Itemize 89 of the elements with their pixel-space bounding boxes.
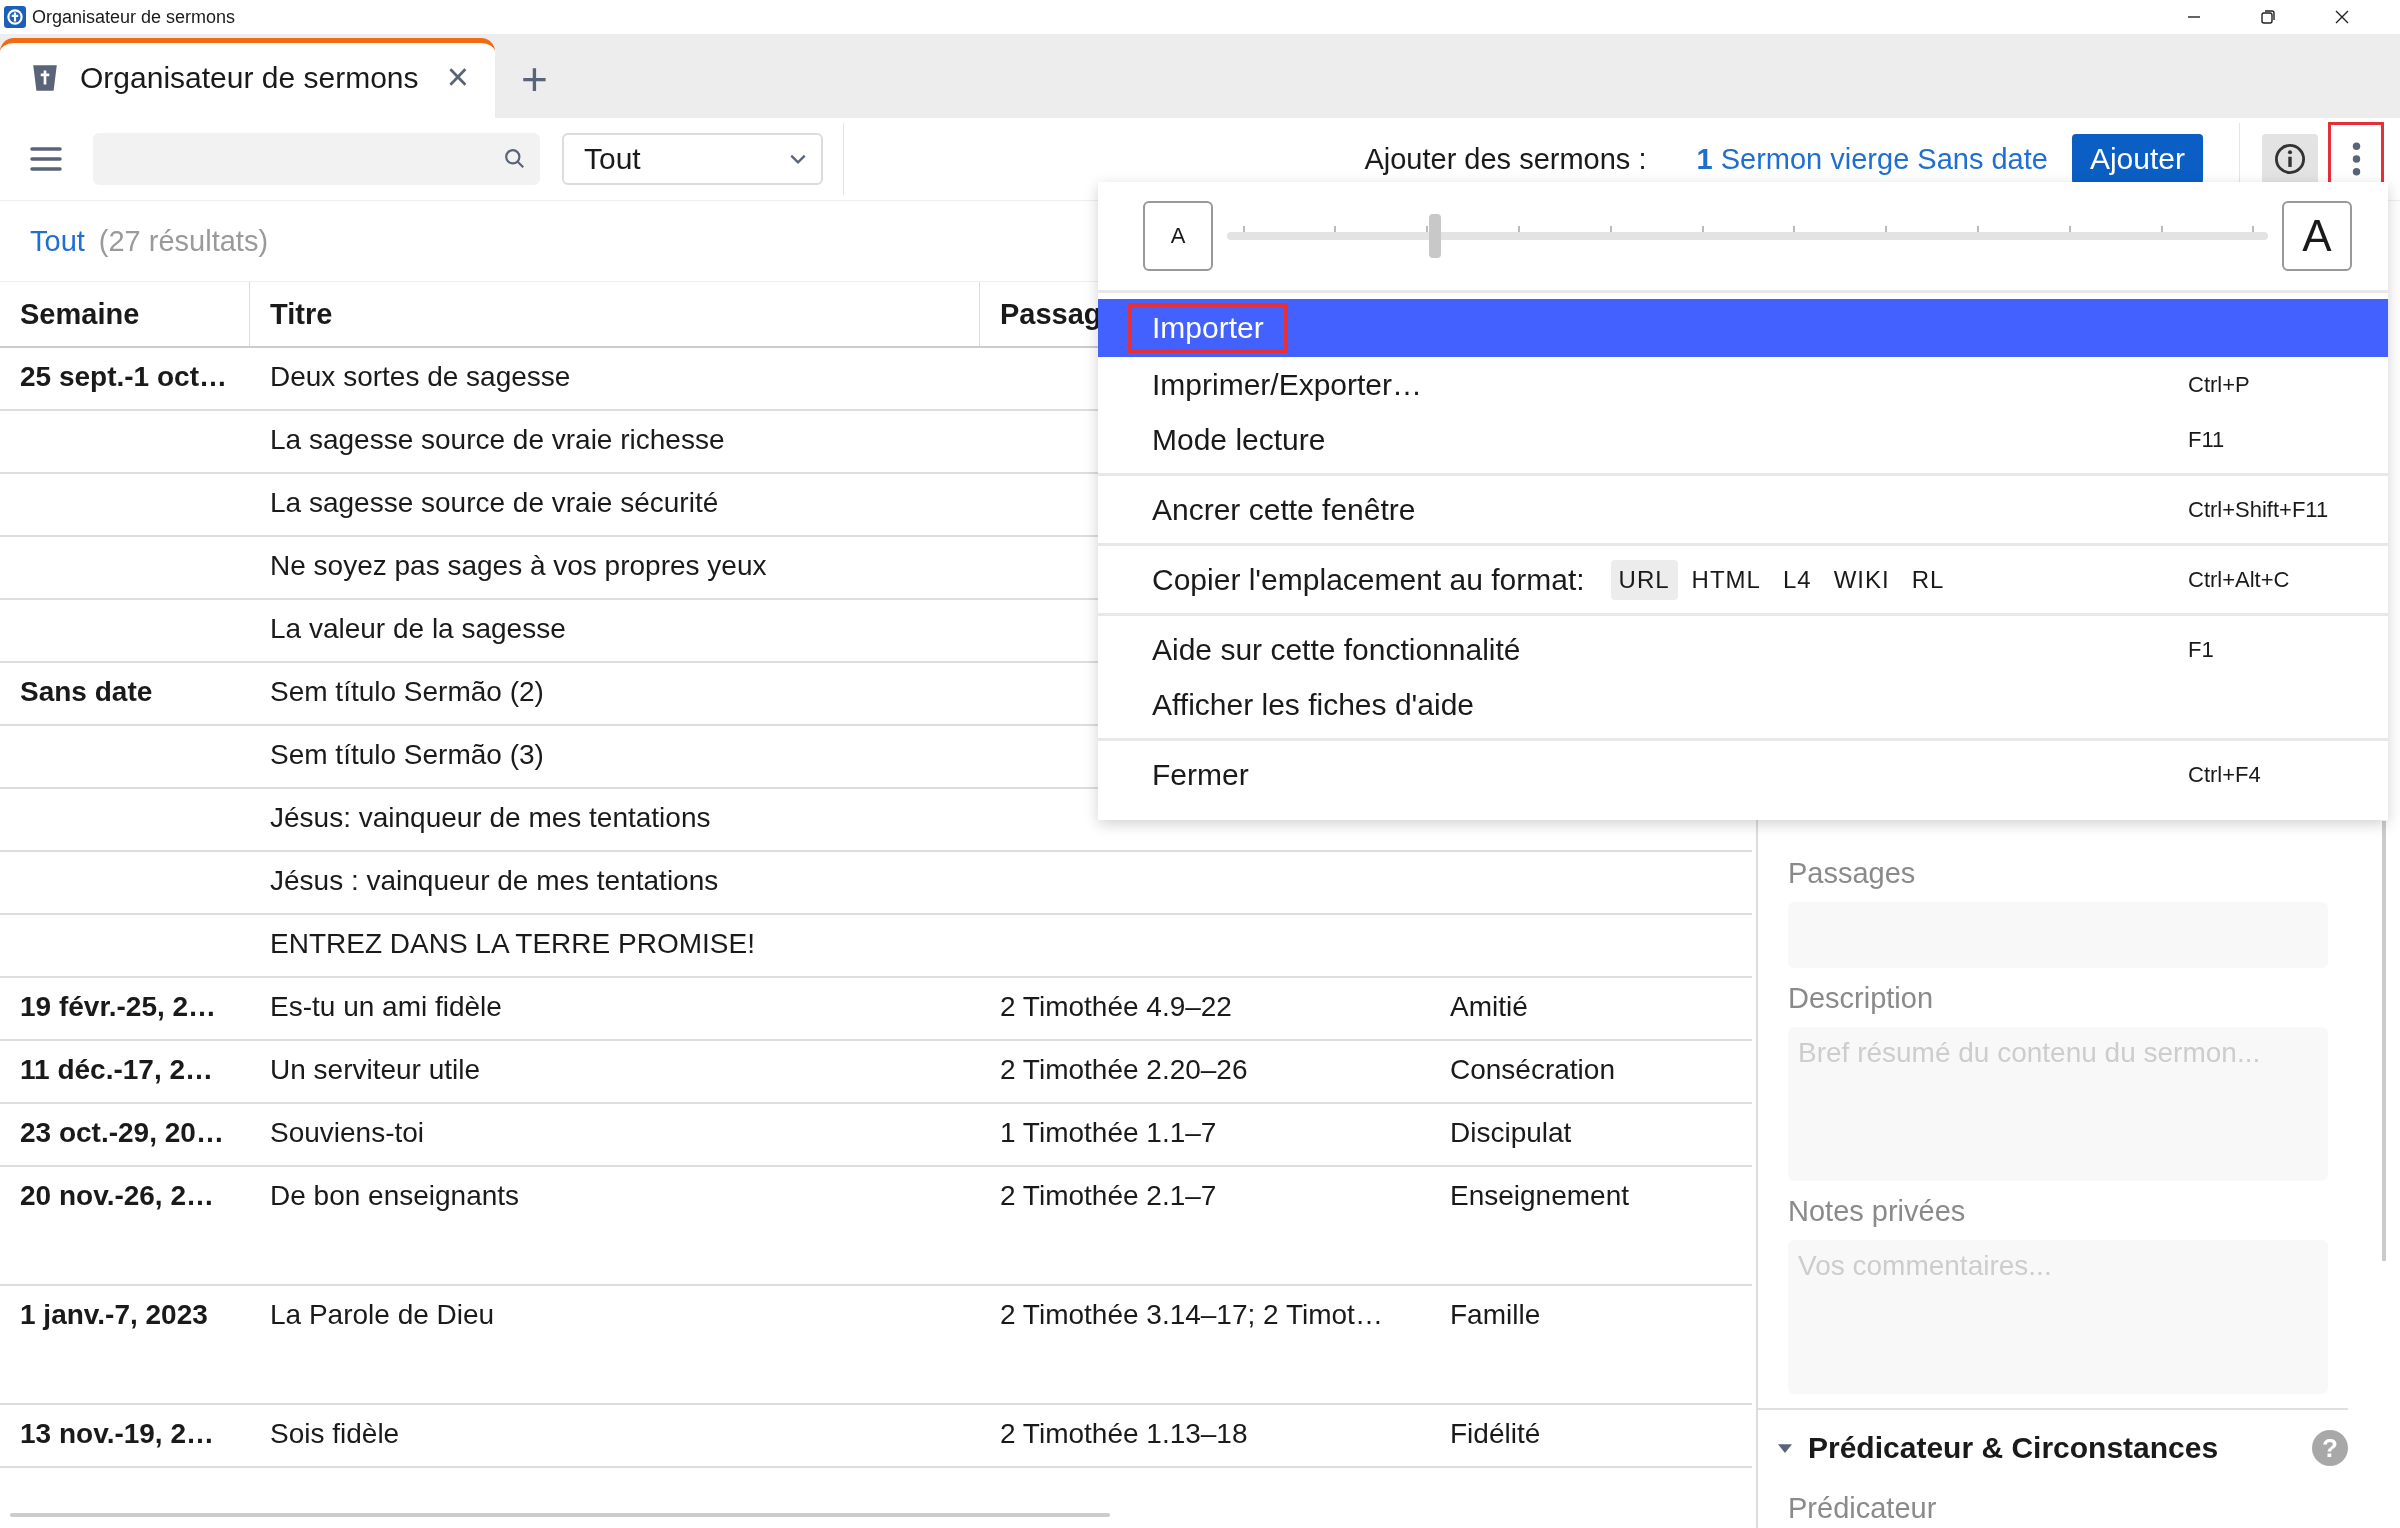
- new-tab-button[interactable]: +: [521, 52, 548, 106]
- table-cell: Jésus : vainqueur de mes tentations: [270, 865, 719, 896]
- table-cell: ENTREZ DANS LA TERRE PROMISE!: [270, 928, 755, 959]
- menu-item[interactable]: Copier l'emplacement au format: URL HTML L4 WIKI RL Ctrl+Alt+C: [1098, 552, 2388, 607]
- search-icon: [504, 148, 526, 170]
- field-label: Description: [1788, 982, 1935, 1015]
- app-icon: [4, 6, 26, 28]
- info-icon: [2273, 142, 2307, 176]
- slider-thumb[interactable]: [1429, 214, 1442, 258]
- add-sermons-label: Ajouter des sermons :: [1364, 142, 1647, 176]
- scrollbar[interactable]: [10, 1513, 1110, 1517]
- chevron-icon: [789, 153, 807, 165]
- table-cell: Jésus: vainqueur de mes tentations: [270, 802, 711, 833]
- table-cell: 1 janv.-7, 2023: [20, 1299, 208, 1330]
- table-cell: 11 déc.-17, 2…: [20, 1054, 213, 1085]
- format-option[interactable]: L4: [1774, 559, 1820, 600]
- field-label: Notes privées: [1788, 1195, 1967, 1228]
- column-header[interactable]: Semaine: [0, 282, 250, 346]
- cup-icon: [32, 62, 58, 93]
- menu-item[interactable]: Ancrer cette fenêtre Ctrl+Shift+F11: [1098, 482, 2388, 537]
- table-cell: 2 Timothée 2.20–26: [1000, 1054, 1248, 1085]
- table-cell: Consécration: [1450, 1054, 1615, 1085]
- table-cell: 13 nov.-19, 2…: [20, 1418, 214, 1449]
- table-cell: 2 Timothée 3.14–17; 2 Timot…: [1000, 1299, 1383, 1330]
- column-header[interactable]: Titre: [250, 282, 980, 346]
- format-option[interactable]: WIKI: [1825, 559, 1898, 600]
- menu-item[interactable]: Fermer Ctrl+F4: [1098, 747, 2388, 802]
- format-option[interactable]: RL: [1903, 559, 1953, 600]
- table-cell: Souviens-toi: [270, 1117, 425, 1148]
- menu-item[interactable]: Imprimer/Exporter… Ctrl+P: [1098, 357, 2388, 412]
- table-cell: Deux sortes de sagesse: [270, 361, 571, 392]
- tab[interactable]: Organisateur de sermons ×: [0, 38, 495, 118]
- window-title: Organisateur de sermons: [32, 6, 236, 28]
- menu-item[interactable]: Afficher les fiches d'aide: [1098, 677, 2388, 732]
- table-cell: La sagesse source de vraie sécurité: [270, 487, 719, 518]
- shortcut-label: Ctrl+Alt+C: [2188, 566, 2291, 593]
- format-option[interactable]: HTML: [1683, 559, 1769, 600]
- menu-item[interactable]: Aide sur cette fonctionnalité F1: [1098, 622, 2388, 677]
- shortcut-label: F1: [2188, 636, 2215, 663]
- table-cell: Sans date: [20, 676, 153, 707]
- section-title: Prédicateur & Circonstances: [1808, 1431, 2219, 1465]
- table-cell: 2 Timothée 1.13–18: [1000, 1418, 1248, 1449]
- shortcut-label: F11: [2188, 426, 2226, 453]
- table-cell: Enseignement: [1450, 1180, 1629, 1211]
- table-cell: 19 févr.-25, 2…: [20, 991, 217, 1022]
- shortcut-label: Ctrl+Shift+F11: [2188, 496, 2330, 523]
- table-cell: 2 Timothée 4.9–22: [1000, 991, 1232, 1022]
- collapse-triangle-icon[interactable]: [1778, 1443, 1792, 1453]
- search-field[interactable]: [93, 133, 540, 185]
- table-cell: De bon enseignants: [270, 1180, 520, 1211]
- format-option[interactable]: URL: [1610, 559, 1678, 600]
- info-button[interactable]: [2262, 134, 2318, 184]
- table-cell: Un serviteur utile: [270, 1054, 481, 1085]
- table-cell: 25 sept.-1 oct…: [20, 361, 227, 392]
- result-count: (27 résultats): [98, 224, 269, 258]
- more-icon: [2351, 142, 2361, 176]
- restore-icon[interactable]: [2258, 7, 2278, 27]
- scrollbar[interactable]: [2382, 821, 2386, 1261]
- table-cell: La sagesse source de vraie richesse: [270, 424, 725, 455]
- menu-icon[interactable]: [30, 146, 62, 172]
- table-cell: 1 Timothée 1.1–7: [1000, 1117, 1217, 1148]
- menu-item[interactable]: Importer: [1098, 299, 2388, 357]
- table-cell: Discipulat: [1450, 1117, 1572, 1148]
- font-size-slider[interactable]: [1227, 214, 2268, 258]
- add-button[interactable]: Ajouter: [2071, 134, 2203, 184]
- table-cell: La valeur de la sagesse: [270, 613, 566, 644]
- table-cell: 23 oct.-29, 20…: [20, 1117, 224, 1148]
- table-cell: 2 Timothée 2.1–7: [1000, 1180, 1217, 1211]
- field-label: Prédicateur: [1788, 1492, 1938, 1525]
- blank-sermon-link[interactable]: 1 Sermon vierge Sans date: [1696, 142, 2048, 176]
- table-cell: Famille: [1450, 1299, 1541, 1330]
- table-cell: Es-tu un ami fidèle: [270, 991, 502, 1022]
- larger-text-button[interactable]: A: [2282, 201, 2352, 271]
- filter-link[interactable]: Tout: [30, 224, 85, 258]
- shortcut-label: Ctrl+P: [2188, 371, 2251, 398]
- filter-dropdown[interactable]: Tout: [562, 133, 823, 185]
- menu-item[interactable]: Mode lecture F11: [1098, 412, 2388, 467]
- table-cell: Fidélité: [1450, 1418, 1541, 1449]
- table-cell: Sois fidèle: [270, 1418, 400, 1449]
- table-cell: Sem título Sermão (3): [270, 739, 544, 770]
- table-cell: Amitié: [1450, 991, 1528, 1022]
- table-cell: Ne soyez pas sages à vos propres yeux: [270, 550, 767, 581]
- table-cell: Sem título Sermão (2): [270, 676, 544, 707]
- table-cell: La Parole de Dieu: [270, 1299, 495, 1330]
- smaller-text-button[interactable]: A: [1143, 201, 1213, 271]
- shortcut-label: Ctrl+F4: [2188, 761, 2262, 788]
- close-tab-button[interactable]: ×: [446, 56, 469, 99]
- table-cell: 20 nov.-26, 2…: [20, 1180, 214, 1211]
- field-label: Passages: [1788, 857, 1917, 890]
